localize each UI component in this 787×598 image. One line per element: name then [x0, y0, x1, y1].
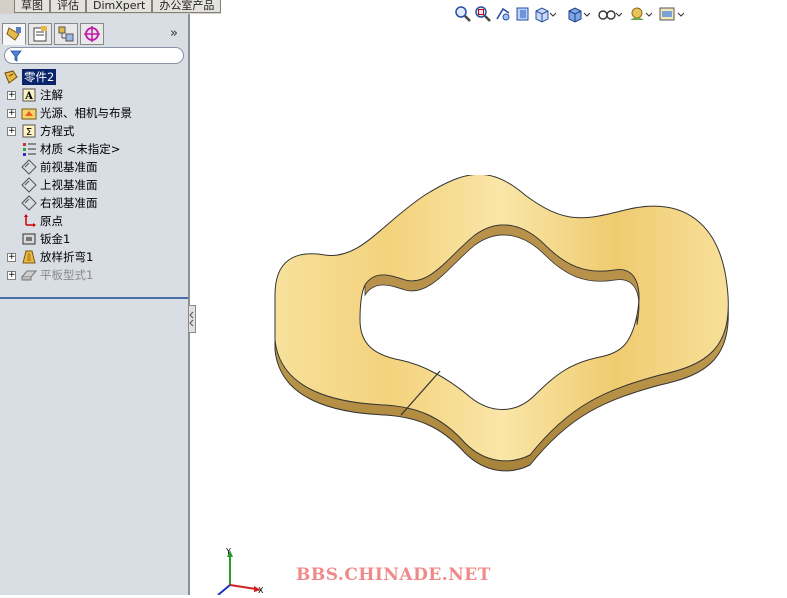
tree-root-label: 零件2 [22, 69, 57, 85]
panel-tabs [2, 23, 104, 47]
expand-toggle[interactable]: + [7, 253, 16, 262]
panel-expand-button[interactable]: » [170, 26, 178, 41]
tree-item-top-plane[interactable]: 上视基准面 [21, 176, 98, 194]
origin-icon [21, 213, 37, 229]
tab-evaluate[interactable]: 评估 [50, 0, 86, 13]
previous-view-icon[interactable] [494, 5, 512, 23]
expand-toggle[interactable]: + [7, 91, 16, 100]
display-style-icon[interactable] [566, 5, 590, 23]
command-manager-tabs: 草图 评估 DimXpert 办公室产品 [0, 0, 222, 14]
triad-y-label: Y [225, 547, 231, 556]
expand-toggle[interactable]: + [7, 271, 16, 280]
feature-tree-rows: 零件2 + A 注解 + 光源、相机与布景 + Σ 方程式 材质 <未指定> 前… [0, 68, 188, 288]
panel-splitter-handle[interactable] [188, 305, 196, 333]
plane-icon [21, 159, 37, 175]
reference-triad: Y X [212, 545, 267, 598]
tree-item-annotations[interactable]: + A 注解 [7, 86, 63, 104]
tree-item-front-plane[interactable]: 前视基准面 [21, 158, 98, 176]
expand-toggle[interactable]: + [7, 109, 16, 118]
plane-icon [21, 177, 37, 193]
annotations-icon: A [21, 87, 37, 103]
tree-root-part[interactable]: 零件2 [3, 68, 57, 86]
wave-ring-model [274, 173, 729, 472]
filter-icon [10, 50, 22, 62]
view-orientation-icon[interactable] [534, 5, 556, 23]
svg-text:Σ: Σ [26, 127, 32, 138]
part-icon [3, 69, 19, 85]
tree-item-sheet-metal[interactable]: 钣金1 [21, 230, 70, 248]
lofted-bend-icon [21, 249, 37, 265]
axis-triad-icon: Y X [217, 547, 264, 596]
rollback-bar[interactable] [0, 297, 188, 299]
view-toolbar [454, 4, 684, 24]
property-manager-icon[interactable] [28, 23, 52, 45]
tree-item-origin[interactable]: 原点 [21, 212, 63, 230]
tree-item-right-plane[interactable]: 右视基准面 [21, 194, 98, 212]
triad-x-label: X [258, 586, 264, 595]
appearance-icon[interactable] [628, 5, 652, 23]
zoom-area-icon[interactable] [474, 5, 492, 23]
tree-item-flat-pattern[interactable]: + 平板型式1 [7, 266, 93, 284]
tree-item-lofted-bend[interactable]: + 放样折弯1 [7, 248, 93, 266]
tree-filter-input[interactable] [4, 47, 184, 64]
part-model-viewport[interactable] [265, 173, 735, 478]
feature-manager-icon[interactable] [2, 23, 26, 45]
watermark-text: BBS.CHINADE.NET [296, 565, 491, 585]
configuration-manager-icon[interactable] [54, 23, 78, 45]
sheet-metal-icon [21, 231, 37, 247]
hide-show-icon[interactable] [596, 5, 622, 23]
tree-item-equations[interactable]: + Σ 方程式 [7, 122, 75, 140]
tree-item-lights-cameras[interactable]: + 光源、相机与布景 [7, 104, 132, 122]
plane-icon [21, 195, 37, 211]
svg-text:A: A [24, 91, 33, 102]
scene-icon[interactable] [658, 5, 684, 23]
zoom-to-fit-icon[interactable] [454, 5, 472, 23]
expand-toggle[interactable]: + [7, 127, 16, 136]
tab-dimxpert[interactable]: DimXpert [86, 0, 153, 13]
equations-icon: Σ [21, 123, 37, 139]
tree-item-material[interactable]: 材质 <未指定> [21, 140, 120, 158]
lights-cameras-icon [21, 105, 37, 121]
tab-sketch[interactable]: 草图 [14, 0, 50, 13]
dimxpert-manager-icon[interactable] [80, 23, 104, 45]
material-icon [21, 141, 37, 157]
section-view-icon[interactable] [514, 5, 532, 23]
flat-pattern-icon [21, 267, 37, 283]
tab-office-products[interactable]: 办公室产品 [152, 0, 222, 13]
